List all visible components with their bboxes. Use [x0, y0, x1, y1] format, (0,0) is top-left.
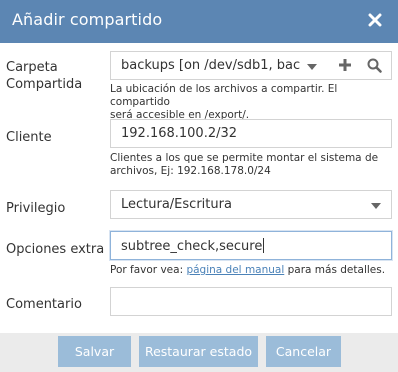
extra-options-help-suffix: para más detalles.: [284, 264, 386, 276]
shared-folder-value: backups [on /dev/sdb1, bac: [121, 58, 301, 73]
client-input[interactable]: 192.168.100.2/32: [110, 119, 392, 148]
client-help-line2: archivos, Ej: 192.168.178.0/24: [110, 165, 271, 177]
dialog-footer: Salvar Restaurar estado Cancelar: [0, 333, 398, 372]
comment-label: Comentario: [6, 297, 82, 312]
manual-page-link[interactable]: página del manual: [186, 264, 284, 276]
dialog-body: Carpeta Compartida backups [on /dev/sdb1…: [0, 43, 398, 333]
shared-folder-select[interactable]: backups [on /dev/sdb1, bac: [110, 51, 392, 80]
extra-options-help: Por favor vea: página del manual para má…: [110, 264, 395, 277]
privilege-label: Privilegio: [6, 201, 66, 216]
dialog-title: Añadir compartido: [12, 10, 163, 29]
shared-folder-label-line2: Compartida: [6, 77, 83, 92]
shared-folder-label-line1: Carpeta: [6, 60, 58, 75]
client-help-line1: Clientes a los que se permite montar el …: [110, 152, 379, 164]
close-icon[interactable]: [368, 13, 382, 27]
plus-icon[interactable]: [338, 58, 352, 75]
shared-folder-label: Carpeta Compartida: [6, 59, 82, 93]
client-value: 192.168.100.2/32: [121, 126, 238, 141]
search-icon[interactable]: [367, 58, 382, 76]
cancel-button[interactable]: Cancelar: [266, 336, 341, 367]
privilege-select[interactable]: Lectura/Escritura: [110, 190, 392, 219]
dialog-titlebar: Añadir compartido: [0, 0, 398, 43]
text-cursor: [263, 238, 265, 253]
client-help: Clientes a los que se permite montar el …: [110, 152, 395, 178]
reset-button[interactable]: Restaurar estado: [139, 336, 258, 367]
extra-options-input[interactable]: subtree_check,secure: [110, 231, 392, 260]
save-button[interactable]: Salvar: [58, 336, 131, 367]
privilege-value: Lectura/Escritura: [121, 197, 232, 212]
shared-folder-help: La ubicación de los archivos a compartir…: [110, 83, 395, 122]
shared-folder-help-line1: La ubicación de los archivos a compartir…: [110, 83, 338, 108]
chevron-down-icon[interactable]: [307, 64, 317, 70]
extra-options-value: subtree_check,secure: [121, 239, 263, 254]
extra-options-help-prefix: Por favor vea:: [110, 264, 187, 276]
chevron-down-icon[interactable]: [371, 203, 381, 209]
comment-input[interactable]: [110, 287, 392, 316]
extra-options-label: Opciones extra: [6, 242, 105, 257]
client-label: Cliente: [6, 130, 52, 145]
extra-options-text: subtree_check,secure: [121, 238, 265, 254]
